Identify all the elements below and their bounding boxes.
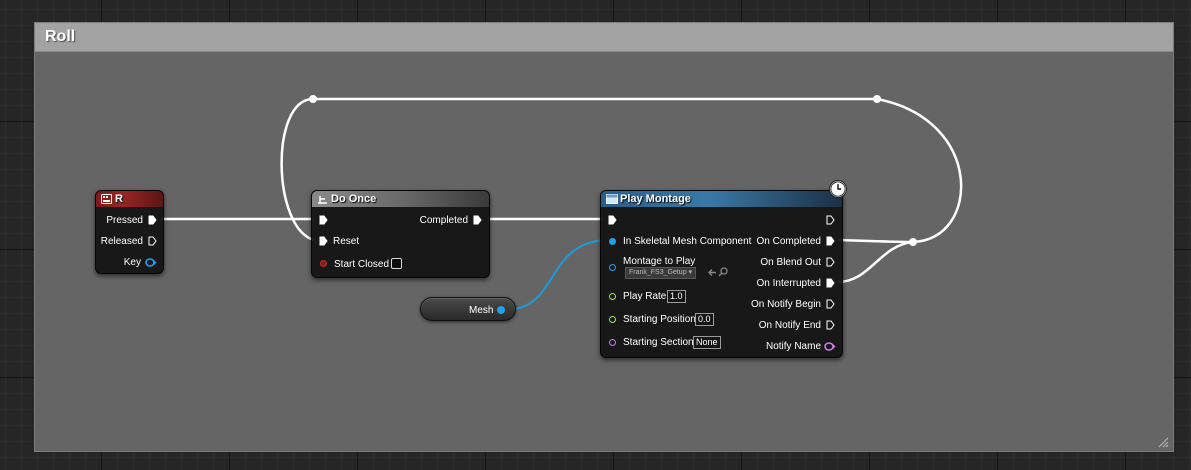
reroute-knot[interactable] [909,238,917,246]
name-output-pin-icon[interactable] [824,342,836,351]
object-input-pin-icon[interactable] [609,238,616,245]
exec-output-pin-icon[interactable] [826,278,835,288]
exec-output-pin-icon[interactable] [826,299,835,309]
pin-label-reset: Reset [333,236,360,247]
exec-input-pin-icon[interactable] [319,215,328,225]
play-rate-value: 1.0 [670,291,683,301]
do-once-node[interactable]: Do Once Completed Reset Start Closed [311,190,490,278]
exec-output-pin-icon[interactable] [826,320,835,330]
exec-output-pin-icon[interactable] [473,215,482,225]
search-icon[interactable] [718,267,728,277]
object-output-pin-icon[interactable] [497,306,505,314]
pin-label-on-completed: On Completed [756,236,821,247]
play-rate-input[interactable]: 1.0 [667,290,686,303]
pin-label-montage-to-play: Montage to Play [623,256,696,267]
node-header[interactable]: R [96,191,163,207]
node-header[interactable]: Play Montage [601,191,842,207]
wire-layer [160,95,963,311]
pin-label-play-rate: Play Rate [623,291,667,302]
pin-label-on-blend-out: On Blend Out [760,257,821,268]
exec-output-pin-icon[interactable] [826,215,835,225]
pin-label-start-closed: Start Closed [334,259,390,270]
variable-label-mesh: Mesh [469,305,494,316]
pin-label-completed: Completed [419,215,468,226]
mesh-variable-node[interactable]: Mesh [420,297,516,321]
reroute-knot[interactable] [309,95,317,103]
pin-label-starting-section: Starting Section [623,337,694,348]
wire-oncompleted-to-junction[interactable] [837,238,914,244]
pin-label-starting-position: Starting Position [623,314,696,325]
use-selected-asset-icon[interactable] [707,268,717,277]
montage-asset-dropdown[interactable]: Frank_FS3_Getup ▾ [625,267,697,279]
play-montage-node[interactable]: Play Montage In Skeletal Mesh Component … [600,190,843,358]
exec-input-pin-icon[interactable] [608,215,617,225]
starting-section-value: None [696,337,718,347]
pin-label-key: Key [123,257,141,268]
starting-position-value: 0.0 [698,314,711,324]
chevron-down-icon: ▾ [688,269,693,276]
name-input-pin-icon[interactable] [609,339,616,346]
pin-label-on-notify-end: On Notify End [758,320,821,331]
exec-output-pin-icon[interactable] [148,236,157,246]
branch-icon [318,196,327,204]
pin-label-on-interrupted: On Interrupted [756,278,821,289]
pin-label-skeletal-mesh: In Skeletal Mesh Component [623,236,752,247]
node-title: Play Montage [620,193,691,205]
wire-oninterrupted-to-junction[interactable] [837,240,914,284]
struct-output-pin-icon[interactable] [145,258,157,267]
reroute-knot[interactable] [873,95,881,103]
float-input-pin-icon[interactable] [609,316,616,323]
pin-label-released: Released [100,236,143,247]
montage-asset-value: Frank_FS3_Getup [629,269,687,276]
float-input-pin-icon[interactable] [609,293,616,300]
pin-label-on-notify-begin: On Notify Begin [750,299,821,310]
exec-input-pin-icon[interactable] [319,236,328,246]
node-header[interactable]: Do Once [312,191,489,207]
starting-position-input[interactable]: 0.0 [695,313,714,326]
latent-clock-icon [829,180,847,198]
starting-section-input[interactable]: None [693,336,721,349]
start-closed-checkbox[interactable] [391,258,402,269]
bool-input-pin-icon[interactable] [320,260,327,267]
wire-mesh-to-skeletal[interactable] [504,239,610,311]
object-input-pin-icon[interactable] [609,264,616,271]
exec-output-pin-icon[interactable] [148,215,157,225]
key-r-node[interactable]: R Pressed Released Key [95,190,164,274]
node-title: R [115,193,123,205]
node-title: Do Once [331,193,377,205]
keyboard-icon [101,194,112,204]
function-icon [606,194,618,204]
pin-label-pressed: Pressed [106,215,143,226]
exec-output-pin-icon[interactable] [826,257,835,267]
pin-label-notify-name: Notify Name [765,341,821,352]
exec-output-pin-icon[interactable] [826,236,835,246]
